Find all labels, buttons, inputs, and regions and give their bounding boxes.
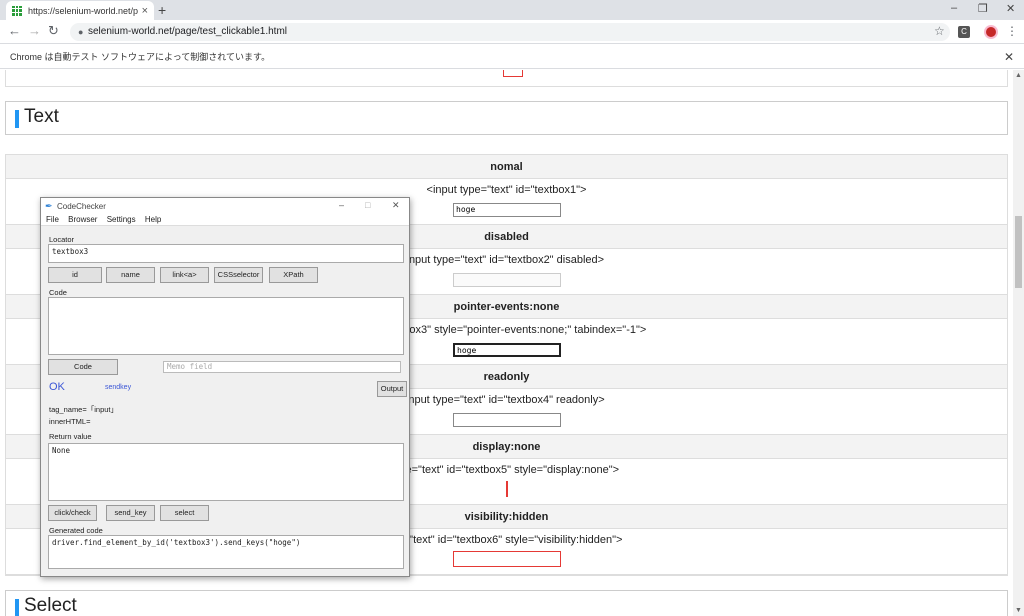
locator-xpath-button[interactable]: XPath (269, 267, 318, 283)
window-close-button[interactable]: ✕ (1006, 2, 1015, 15)
browser-tab[interactable]: https://selenium-world.net/page × (6, 1, 154, 20)
scroll-up-icon[interactable]: ▲ (1015, 72, 1022, 79)
code-label: Code (49, 288, 67, 297)
reload-icon[interactable]: ↻ (48, 23, 59, 39)
section-heading-text: Text (5, 101, 1008, 135)
sendkey-status: sendkey (105, 384, 132, 391)
dialog-titlebar[interactable]: ✒ CodeChecker – □ ✕ (41, 198, 409, 214)
lock-icon: ● (78, 27, 84, 37)
section-heading-select: Select (5, 590, 1008, 616)
row-header-nomal: nomal (6, 155, 1007, 179)
locator-input[interactable]: textbox3 (48, 244, 404, 263)
generated-code-textarea[interactable]: driver.find_element_by_id('textbox3').se… (48, 535, 404, 569)
infobar-close-icon[interactable]: ✕ (1004, 45, 1014, 69)
dialog-menubar: File Browser Settings Help (41, 214, 409, 226)
locator-link-button[interactable]: link<a> (160, 267, 209, 283)
row-code: <input type="text" id="textbox1"> (426, 184, 587, 196)
red-outline-element (503, 70, 523, 77)
select-button[interactable]: select (160, 505, 209, 521)
page-scrollbar[interactable]: ▲ ▼ (1013, 70, 1024, 616)
dialog-minimize-button[interactable]: – (339, 200, 344, 210)
textbox6-hidden-outline (453, 551, 561, 567)
dialog-maximize-button[interactable]: □ (365, 200, 370, 210)
textbox2-input (453, 273, 561, 287)
tab-title: https://selenium-world.net/page (28, 5, 138, 16)
tag-name-text: tag_name=「input」 (49, 405, 119, 414)
textbox4-input[interactable] (453, 413, 561, 427)
heading-accent-bar (15, 110, 19, 128)
locator-name-button[interactable]: name (106, 267, 155, 283)
menu-kebab-icon[interactable]: ⋮ (1006, 24, 1018, 38)
red-marker-line (506, 481, 508, 497)
return-value-label: Return value (49, 432, 92, 441)
new-tab-button[interactable]: + (158, 2, 166, 18)
scroll-down-icon[interactable]: ▼ (1015, 607, 1022, 614)
tab-close-icon[interactable]: × (142, 5, 148, 17)
profile-avatar[interactable] (984, 25, 998, 39)
inner-html-text: innerHTML= (49, 417, 91, 426)
feather-icon: ✒ (45, 201, 53, 211)
generated-code-label: Generated code (49, 526, 103, 535)
scrollbar-thumb[interactable] (1015, 216, 1022, 288)
status-ok: OK (49, 381, 65, 393)
address-bar[interactable]: selenium-world.net/page/test_clickable1.… (70, 23, 950, 41)
browser-toolbar: ← → ↻ selenium-world.net/page/test_click… (0, 20, 1024, 44)
window-minimize-button[interactable]: ‒ (951, 2, 957, 14)
menu-settings[interactable]: Settings (107, 215, 136, 224)
code-button[interactable]: Code (48, 359, 118, 375)
memo-field[interactable]: Memo field (163, 361, 401, 373)
automation-infobar: Chrome は自動テスト ソフトウェアによって制御されています。 ✕ (0, 45, 1024, 69)
menu-browser[interactable]: Browser (68, 215, 97, 224)
infobar-text: Chrome は自動テスト ソフトウェアによって制御されています。 (10, 52, 271, 62)
send-key-button[interactable]: send_key (106, 505, 155, 521)
window-maximize-button[interactable]: ❐ (978, 2, 988, 15)
code-textarea[interactable] (48, 297, 404, 355)
codechecker-window: ✒ CodeChecker – □ ✕ File Browser Setting… (40, 197, 410, 577)
output-button[interactable]: Output (377, 381, 407, 397)
textbox1-input[interactable]: hoge (453, 203, 561, 217)
locator-id-button[interactable]: id (48, 267, 102, 283)
heading-accent-bar (15, 599, 19, 616)
textbox3-input[interactable]: hoge (453, 343, 561, 357)
menu-help[interactable]: Help (145, 215, 161, 224)
bookmark-star-icon[interactable]: ☆ (934, 24, 945, 38)
menu-file[interactable]: File (46, 215, 59, 224)
dialog-close-button[interactable]: ✕ (392, 200, 400, 211)
back-icon[interactable]: ← (8, 23, 21, 38)
previous-section-box (5, 70, 1008, 87)
return-value-textarea[interactable]: None (48, 443, 404, 501)
forward-icon[interactable]: → (28, 23, 41, 38)
section-title: Text (24, 106, 59, 127)
site-favicon-icon (12, 5, 22, 16)
extension-icon[interactable]: C (958, 26, 970, 38)
section-title: Select (24, 595, 77, 616)
locator-label: Locator (49, 235, 75, 244)
locator-css-button[interactable]: CSSselector (214, 267, 263, 283)
dialog-title: CodeChecker (57, 202, 106, 211)
click-check-button[interactable]: click/check (48, 505, 97, 521)
tab-strip: https://selenium-world.net/page × + ‒ ❐ … (0, 0, 1024, 20)
